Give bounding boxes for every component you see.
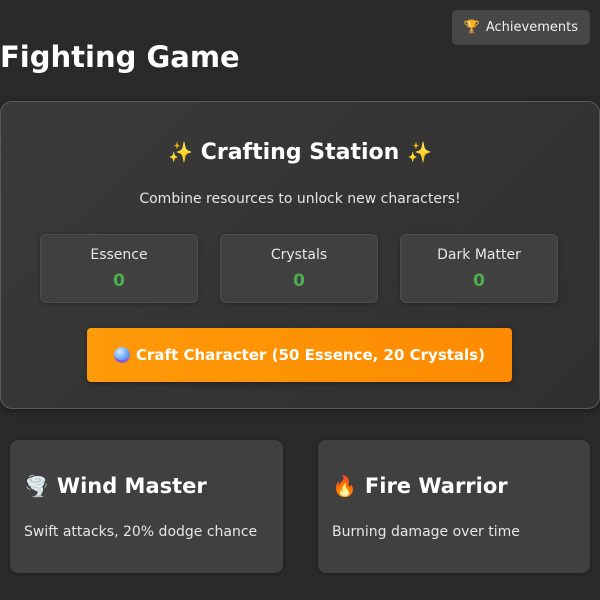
trophy-icon: 🏆 xyxy=(463,20,480,35)
fire-icon: 🔥 xyxy=(332,474,357,498)
character-name: 🔥 Fire Warrior xyxy=(332,474,508,498)
resource-value: 0 xyxy=(113,271,125,291)
tornado-icon: 🌪️ xyxy=(24,474,49,498)
sparkles-icon: ✨ xyxy=(168,140,194,164)
resource-label: Essence xyxy=(90,247,148,263)
craft-button-label: Craft Character (50 Essence, 20 Crystals… xyxy=(136,346,485,364)
resource-dark-matter: Dark Matter 0 xyxy=(400,234,558,303)
resource-label: Crystals xyxy=(270,247,328,263)
resource-crystals: Crystals 0 xyxy=(220,234,378,303)
character-card-fire-warrior[interactable]: 🔥 Fire Warrior Burning damage over time xyxy=(318,440,590,573)
resource-value: 0 xyxy=(293,271,305,291)
crafting-title: ✨ Crafting Station ✨ xyxy=(0,140,600,165)
character-description: Swift attacks, 20% dodge chance xyxy=(24,524,258,540)
achievements-button[interactable]: 🏆 Achievements xyxy=(451,10,590,45)
character-name-text: Wind Master xyxy=(56,474,207,498)
craft-character-button[interactable]: Craft Character (50 Essence, 20 Crystals… xyxy=(87,328,512,382)
resource-label: Dark Matter xyxy=(437,247,521,263)
resource-essence: Essence 0 xyxy=(40,234,198,303)
crafting-subtitle: Combine resources to unlock new characte… xyxy=(139,191,461,207)
character-name-text: Fire Warrior xyxy=(364,474,508,498)
resource-value: 0 xyxy=(473,271,485,291)
page-title: Fighting Game xyxy=(0,40,240,74)
sparkles-icon: ✨ xyxy=(406,140,432,164)
achievements-label: Achievements xyxy=(485,20,578,35)
crystal-ball-icon xyxy=(114,347,131,363)
character-name: 🌪️ Wind Master xyxy=(24,474,207,498)
crafting-title-text: Crafting Station xyxy=(200,140,400,165)
character-description: Burning damage over time xyxy=(332,524,520,540)
character-card-wind-master[interactable]: 🌪️ Wind Master Swift attacks, 20% dodge … xyxy=(10,440,283,573)
